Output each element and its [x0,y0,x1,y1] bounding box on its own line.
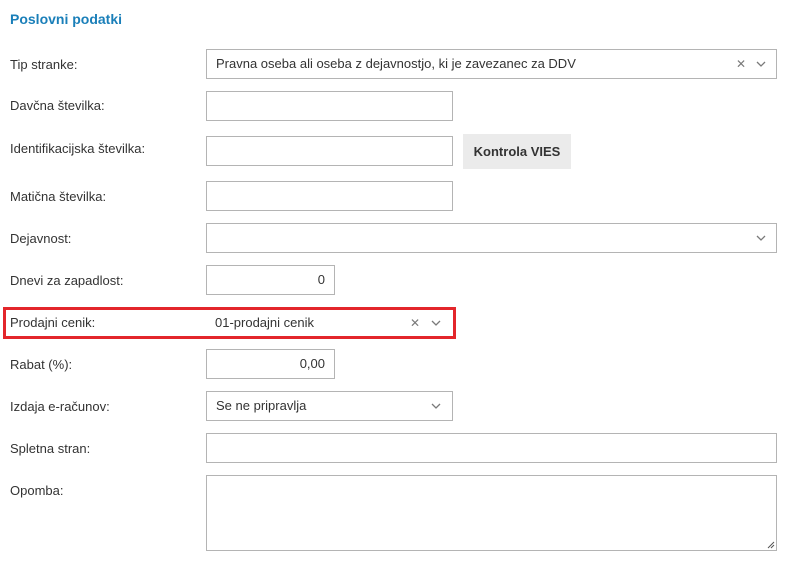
maticna-stevilka-input[interactable] [206,181,453,211]
prodajni-cenik-value: 01-prodajni cenik [215,315,315,330]
resize-handle-icon[interactable] [765,539,775,549]
tip-stranke-select[interactable]: Pravna oseba ali oseba z dejavnostjo, ki… [206,49,777,79]
chevron-down-icon[interactable] [429,399,443,413]
prodajni-cenik-select[interactable]: 01-prodajni cenik ✕ [206,310,453,336]
dnevi-za-zapadlost-value: 0 [317,272,325,287]
dejavnost-label: Dejavnost: [10,231,72,246]
clear-icon[interactable]: ✕ [735,56,747,72]
rabat-label: Rabat (%): [10,357,73,372]
chevron-down-icon[interactable] [429,316,443,330]
opomba-textarea[interactable] [206,475,777,551]
identifikacijska-stevilka-label: Identifikacijska številka: [10,141,146,156]
dejavnost-select[interactable] [206,223,777,253]
dnevi-za-zapadlost-label: Dnevi za zapadlost: [10,273,124,288]
davcna-stevilka-label: Davčna številka: [10,98,105,113]
spletna-stran-label: Spletna stran: [10,441,91,456]
prodajni-cenik-label: Prodajni cenik: [10,315,96,330]
tip-stranke-value: Pravna oseba ali oseba z dejavnostjo, ki… [216,56,576,71]
rabat-input[interactable]: 0,00 [206,349,335,379]
opomba-label: Opomba: [10,483,64,498]
chevron-down-icon[interactable] [754,231,768,245]
tip-stranke-label: Tip stranke: [10,57,78,72]
clear-icon[interactable]: ✕ [409,315,421,331]
izdaja-e-racunov-select[interactable]: Se ne pripravlja [206,391,453,421]
maticna-stevilka-label: Matična številka: [10,189,107,204]
spletna-stran-input[interactable] [206,433,777,463]
identifikacijska-stevilka-input[interactable] [206,136,453,166]
rabat-value: 0,00 [299,356,325,371]
kontrola-vies-button[interactable]: Kontrola VIES [463,134,571,169]
izdaja-e-racunov-label: Izdaja e-računov: [10,399,110,414]
izdaja-e-racunov-value: Se ne pripravlja [216,398,307,413]
chevron-down-icon[interactable] [754,57,768,71]
davcna-stevilka-input[interactable] [206,91,453,121]
section-title: Poslovni podatki [10,11,123,27]
dnevi-za-zapadlost-input[interactable]: 0 [206,265,335,295]
